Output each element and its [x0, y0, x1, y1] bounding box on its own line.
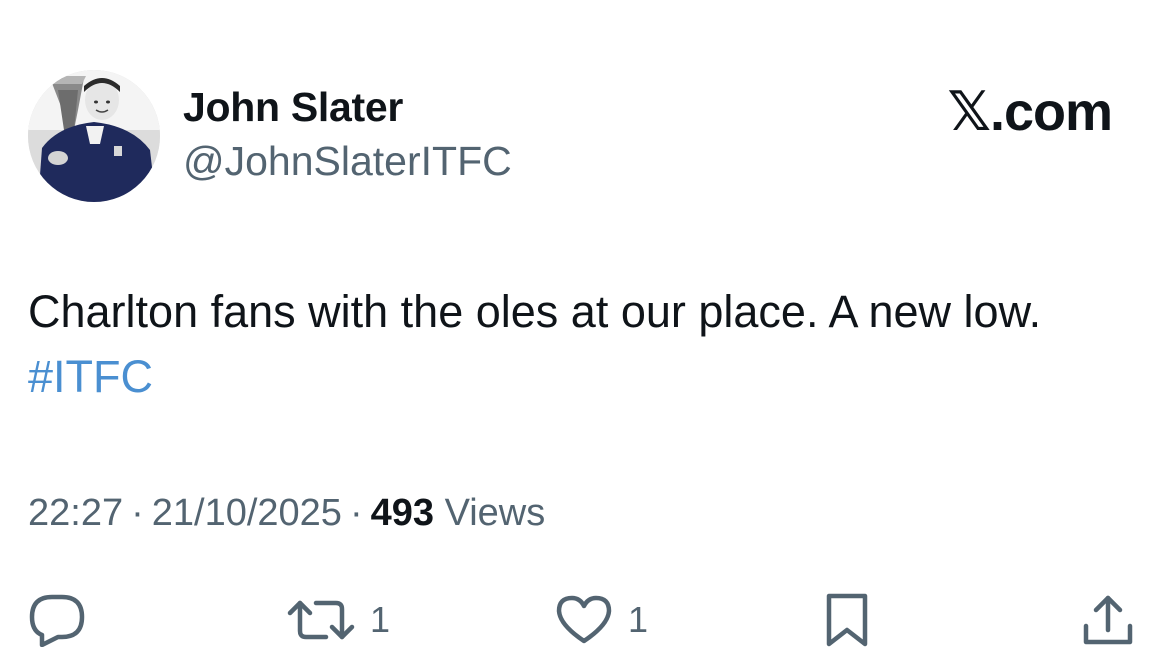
- share-button[interactable]: [1080, 592, 1136, 648]
- x-brand-logo: 𝕏.com: [947, 82, 1113, 142]
- views-label: Views: [444, 492, 546, 534]
- views-count: 493: [370, 492, 434, 534]
- tweet-body: Charlton fans with the oles at our place…: [28, 286, 1042, 337]
- bookmark-icon: [822, 592, 872, 648]
- retweet-icon: [286, 595, 356, 645]
- share-upload-icon: [1080, 592, 1136, 648]
- tweet-time[interactable]: 22:27: [28, 492, 123, 534]
- retweet-button[interactable]: 1: [286, 592, 390, 648]
- tweet-date[interactable]: 21/10/2025: [152, 492, 342, 534]
- author-handle[interactable]: @JohnSlaterITFC: [183, 138, 512, 185]
- speech-bubble-icon: [28, 593, 86, 647]
- tweet-meta: 22:27 · 21/10/2025 · 493 Views: [28, 492, 545, 535]
- meta-separator: ·: [349, 492, 363, 534]
- meta-separator: ·: [131, 492, 144, 534]
- author-name[interactable]: John Slater: [183, 84, 403, 131]
- heart-icon: [554, 593, 614, 647]
- retweet-count: 1: [370, 599, 391, 640]
- bookmark-button[interactable]: [822, 592, 872, 648]
- like-button[interactable]: 1: [554, 592, 648, 648]
- reply-button[interactable]: [28, 592, 100, 648]
- like-count: 1: [628, 599, 649, 640]
- avatar[interactable]: [28, 70, 160, 202]
- tweet-text: Charlton fans with the oles at our place…: [28, 279, 1128, 409]
- avatar-photo: [28, 70, 160, 202]
- hashtag-link[interactable]: #ITFC: [28, 351, 153, 402]
